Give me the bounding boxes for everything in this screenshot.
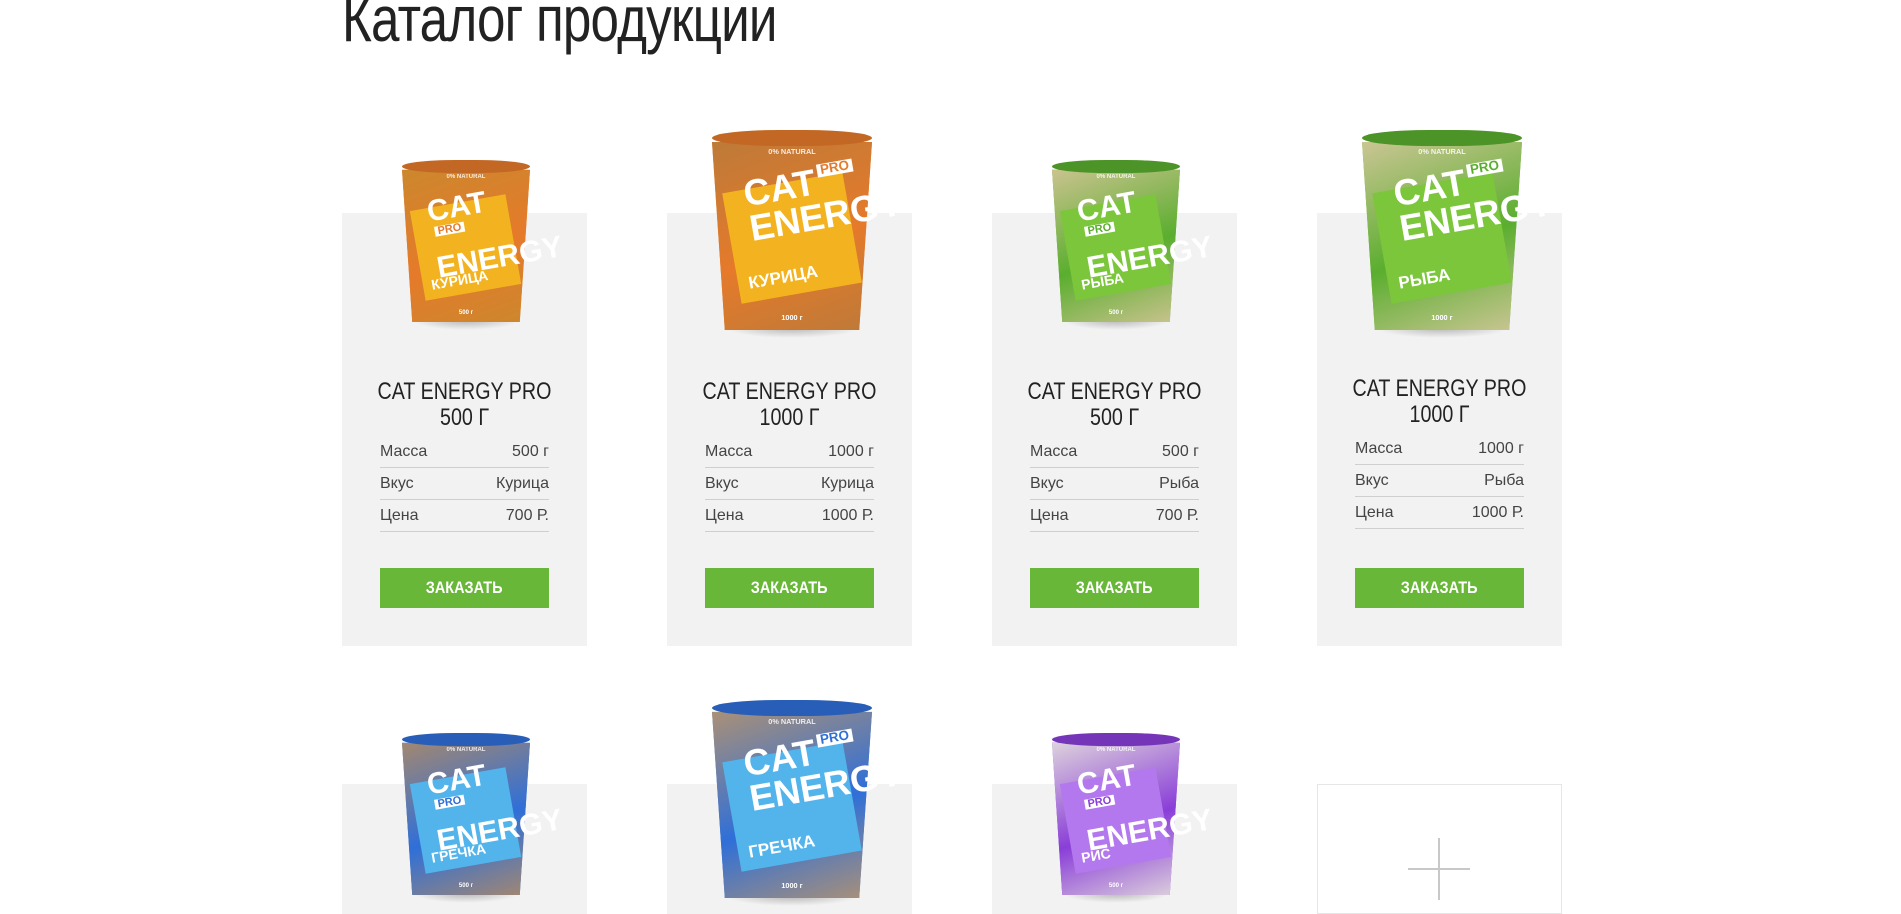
product-card: 0% NATURAL CATPRO ENERGY КУРИЦА 1000 г CAT EN… (667, 120, 912, 650)
spec-label: Цена (705, 507, 744, 524)
pack-weight-label: 500 г (458, 309, 474, 316)
pack-natural-label: 0% NATURAL (446, 746, 486, 753)
pack-pro-badge: PRO (1466, 157, 1503, 178)
pack-natural-label: 0% NATURAL (446, 173, 486, 180)
order-button[interactable]: ЗАКАЗАТЬ (705, 568, 874, 608)
product-card: 0% NATURAL CATPRO ENERGY РИС 500 г (992, 700, 1237, 914)
product-title-line1: CAT ENERGY PRO (1027, 378, 1202, 405)
spec-label: Цена (1355, 504, 1394, 521)
product-pack-image: 0% NATURAL CATPRO ENERGY РЫБА 500 г (1052, 160, 1215, 330)
pack-weight-label: 1000 г (1431, 313, 1453, 322)
pack-natural-label: 0% NATURAL (768, 147, 816, 156)
spec-label: Вкус (1030, 475, 1064, 492)
spec-label: Масса (380, 443, 428, 460)
pack-weight-label: 500 г (1108, 309, 1124, 316)
add-more-card[interactable] (1317, 784, 1562, 914)
order-button[interactable]: ЗАКАЗАТЬ (380, 568, 549, 608)
pack-weight-label: 1000 г (781, 313, 803, 322)
pack-pro-badge: PRO (816, 727, 853, 747)
spec-label: Вкус (705, 475, 739, 492)
product-title-line2: 500 Г (1090, 404, 1139, 431)
order-button-label: ЗАКАЗАТЬ (426, 578, 503, 597)
spec-value: 1000 г (1478, 440, 1524, 457)
product-pack-image: 0% NATURAL CATPRO ENERGY РЫБА 1000 г (1362, 130, 1555, 338)
pack-pro-badge: PRO (816, 157, 853, 178)
product-pack-image: 0% NATURAL CATPRO ENERGY КУРИЦА 1000 г (712, 130, 905, 338)
spec-row: Цена 700 Р. (380, 500, 549, 532)
spec-value: Курица (495, 475, 549, 492)
product-title: CAT ENERGY PRO 1000 Г (689, 379, 890, 431)
spec-value: Курица (820, 475, 874, 492)
product-pack-image: 0% NATURAL CATPRO ENERGY ГРЕЧКА 500 г (402, 733, 565, 903)
spec-value: 700 Р. (505, 507, 549, 524)
spec-label: Масса (705, 443, 753, 460)
spec-value: 1000 Р. (1471, 504, 1524, 521)
spec-row: Вкус Рыба (1030, 468, 1199, 500)
spec-label: Вкус (380, 475, 414, 492)
pack-natural-label: 0% NATURAL (768, 716, 816, 726)
product-card: 0% NATURAL CATPRO ENERGY РЫБА 500 г CAT ENERG… (992, 120, 1237, 650)
spec-label: Цена (1030, 507, 1069, 524)
product-card: 0% NATURAL CATPRO ENERGY КУРИЦА 500 г CAT ENE… (342, 120, 587, 650)
product-specs-table: Масса 500 г Вкус Курица Цена 700 Р. (380, 436, 549, 532)
product-title: CAT ENERGY PRO 500 Г (1014, 379, 1215, 431)
spec-label: Масса (1355, 440, 1403, 457)
pack-weight-label: 500 г (1108, 882, 1124, 889)
order-button[interactable]: ЗАКАЗАТЬ (1030, 568, 1199, 608)
product-title: CAT ENERGY PRO 500 Г (364, 379, 565, 431)
product-pack-image: 0% NATURAL CATPRO ENERGY РИС 500 г (1052, 733, 1215, 903)
spec-value: 1000 Р. (821, 507, 874, 524)
spec-row: Цена 1000 Р. (705, 500, 874, 532)
spec-row: Вкус Курица (380, 468, 549, 500)
spec-row: Вкус Курица (705, 468, 874, 500)
pack-weight-label: 1000 г (781, 881, 803, 891)
order-button-label: ЗАКАЗАТЬ (1076, 578, 1153, 597)
spec-value: Рыба (1159, 475, 1199, 492)
spec-label: Вкус (1355, 472, 1389, 489)
product-card: 0% NATURAL CATPRO ENERGY ГРЕЧКА 500 г (342, 700, 587, 914)
product-card: 0% NATURAL CATPRO ENERGY РЫБА 1000 г CAT ENER… (1317, 120, 1562, 650)
spec-value: 500 г (512, 443, 549, 460)
product-title: CAT ENERGY PRO 1000 Г (1339, 376, 1540, 428)
spec-value: 700 Р. (1155, 507, 1199, 524)
plus-icon (1408, 838, 1470, 900)
product-specs-table: Масса 1000 г Вкус Рыба Цена 1000 Р. (1355, 433, 1524, 529)
product-title-line2: 500 Г (440, 404, 489, 431)
product-pack-image: 0% NATURAL CATPRO ENERGY КУРИЦА 500 г (402, 160, 565, 330)
product-pack-image: 0% NATURAL CATPRO ENERGY ГРЕЧКА 1000 г (712, 700, 905, 906)
spec-row: Вкус Рыба (1355, 465, 1524, 497)
pack-natural-label: 0% NATURAL (1418, 147, 1466, 156)
spec-row: Цена 1000 Р. (1355, 497, 1524, 529)
pack-natural-label: 0% NATURAL (1096, 746, 1136, 753)
spec-row: Цена 700 Р. (1030, 500, 1199, 532)
spec-row: Масса 1000 г (705, 436, 874, 468)
pack-natural-label: 0% NATURAL (1096, 173, 1136, 180)
product-specs-table: Масса 500 г Вкус Рыба Цена 700 Р. (1030, 436, 1199, 532)
pack-weight-label: 500 г (458, 882, 474, 889)
order-button-label: ЗАКАЗАТЬ (751, 578, 828, 597)
product-title-line2: 1000 Г (1409, 401, 1470, 428)
spec-row: Масса 500 г (1030, 436, 1199, 468)
product-title-line1: CAT ENERGY PRO (702, 378, 877, 405)
spec-label: Цена (380, 507, 419, 524)
spec-row: Масса 1000 г (1355, 433, 1524, 465)
spec-row: Масса 500 г (380, 436, 549, 468)
product-specs-table: Масса 1000 г Вкус Курица Цена 1000 Р. (705, 436, 874, 532)
spec-value: Рыба (1484, 472, 1524, 489)
order-button-label: ЗАКАЗАТЬ (1401, 578, 1478, 597)
product-card: 0% NATURAL CATPRO ENERGY ГРЕЧКА 1000 г (667, 700, 912, 914)
spec-value: 500 г (1162, 443, 1199, 460)
spec-value: 1000 г (828, 443, 874, 460)
product-title-line1: CAT ENERGY PRO (1352, 375, 1527, 402)
spec-label: Масса (1030, 443, 1078, 460)
product-title-line2: 1000 Г (759, 404, 820, 431)
page-title: Каталог продукции (342, 0, 778, 55)
order-button[interactable]: ЗАКАЗАТЬ (1355, 568, 1524, 608)
product-title-line1: CAT ENERGY PRO (377, 378, 552, 405)
